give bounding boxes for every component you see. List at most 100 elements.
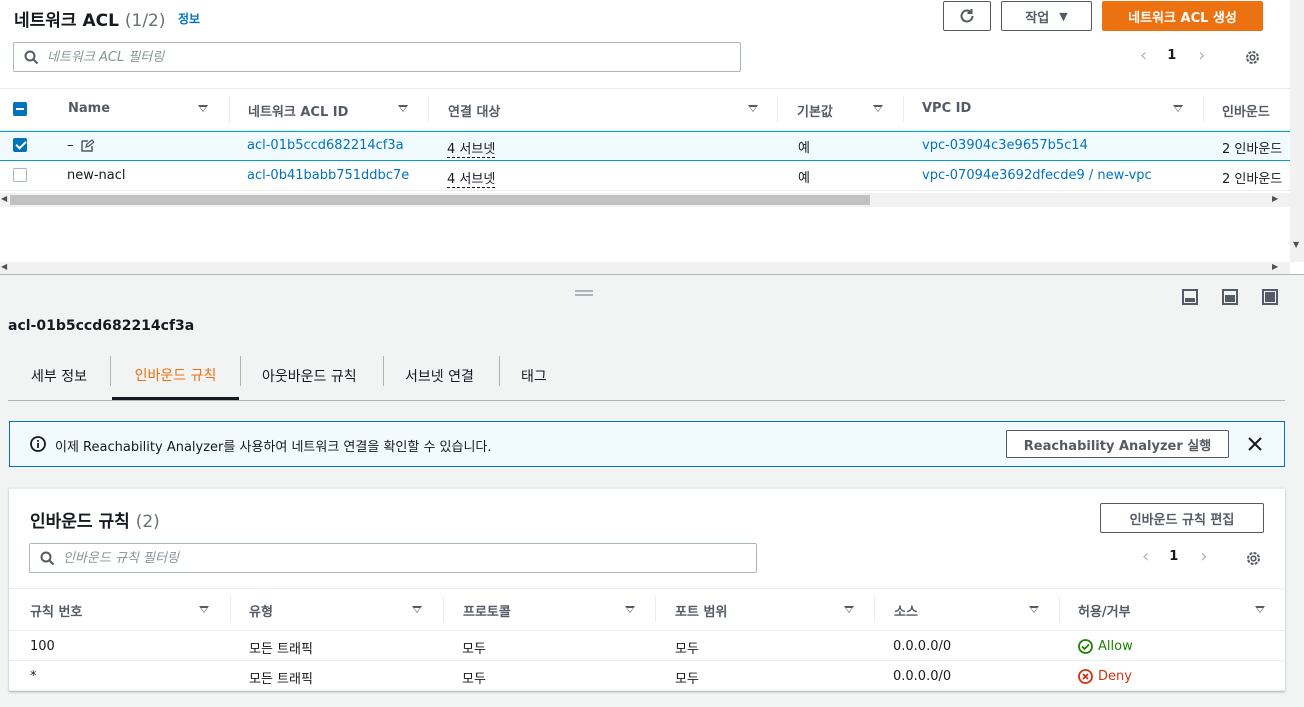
refresh-button[interactable] [943,1,991,31]
rule-source: 0.0.0.0/0 [893,669,952,684]
rule-port-range: 모두 [675,672,699,687]
page-title: 네트워크 ACL (1/2) [14,6,166,31]
refresh-icon [960,9,974,23]
tab-details[interactable]: 세부 정보 [31,352,87,400]
tab-outbound-rules[interactable]: 아웃바운드 규칙 [262,352,357,400]
acl-list-panel: 네트워크 ACL (1/2) 정보 작업 ▼ 네트워크 ACL 생성 ‹ 1 ›… [0,0,1304,275]
tab-label: 인바운드 규칙 [134,367,217,384]
tab-tags[interactable]: 태그 [521,352,547,400]
edit-inbound-rules-button[interactable]: 인바운드 규칙 편집 [1100,503,1264,533]
column-header-association[interactable]: 연결 대상 [448,101,500,120]
panel-full-icon[interactable] [1262,289,1278,305]
column-header-allow-deny[interactable]: 허용/거부 [1078,601,1131,620]
inbound-filter-input[interactable] [63,550,708,566]
scroll-left-arrow-icon[interactable]: ◀ [1,194,7,203]
scrollbar-thumb[interactable] [10,195,870,205]
current-page[interactable]: 1 [1169,549,1178,564]
sort-icon[interactable] [1029,606,1039,613]
column-header-name[interactable]: Name [68,101,110,116]
sort-icon[interactable] [748,105,758,112]
info-link[interactable]: 정보 [178,10,200,27]
sort-icon[interactable] [1255,606,1265,613]
info-banner: 이제 Reachability Analyzer를 사용하여 네트워크 연결을 … [9,421,1285,467]
row-vpc-link[interactable]: vpc-03904c3e9657b5c14 [922,138,1088,153]
inbound-pagination: ‹ 1 › [1142,546,1207,567]
inbound-filter-field[interactable] [29,543,757,573]
scroll-right-arrow-icon[interactable]: ▶ [1272,262,1278,271]
table-row[interactable] [9,661,1285,691]
scroll-left-arrow-icon[interactable]: ◀ [1,262,7,271]
current-page[interactable]: 1 [1167,48,1176,63]
row-acl-id-link[interactable]: acl-0b41babb751ddbc7e [247,168,409,183]
column-header-rule-number[interactable]: 규칙 번호 [30,601,82,620]
create-acl-button[interactable]: 네트워크 ACL 생성 [1102,1,1263,31]
rule-action-deny: Deny [1098,669,1132,684]
sort-icon[interactable] [198,105,208,112]
chevron-left-icon[interactable]: ‹ [1140,45,1147,66]
sort-icon[interactable] [412,606,422,613]
gear-icon[interactable] [1245,550,1262,567]
row-acl-id-link[interactable]: acl-01b5ccd682214cf3a [247,138,404,153]
scroll-right-arrow-icon[interactable]: ▶ [1272,194,1278,203]
row-default: 예 [798,141,810,156]
row-association[interactable]: 4 서브넷 [447,138,496,158]
inbound-rules-panel: 인바운드 규칙 (2) 인바운드 규칙 편집 ‹ 1 › 규칙 번호 유형 프로… [9,488,1285,691]
table-row[interactable] [9,631,1285,661]
panel-half-icon[interactable] [1222,289,1238,305]
detail-title: acl-01b5ccd682214cf3a [8,318,195,334]
search-icon [40,551,55,565]
caret-down-icon: ▼ [1059,9,1068,23]
inbound-title: 인바운드 규칙 (2) [30,507,160,532]
sort-icon[interactable] [398,105,408,112]
column-header-protocol[interactable]: 프로토콜 [463,601,511,620]
rule-source: 0.0.0.0/0 [893,639,952,654]
chevron-left-icon[interactable]: ‹ [1142,546,1149,567]
tab-label: 태그 [521,369,547,385]
chevron-right-icon[interactable]: › [1200,546,1207,567]
row-name: – [67,138,74,153]
column-header-port-range[interactable]: 포트 범위 [675,601,727,620]
split-panel-drag-handle[interactable] [575,290,593,296]
sort-icon[interactable] [625,606,635,613]
select-all-checkbox[interactable] [13,102,27,116]
tab-subnet-associations[interactable]: 서브넷 연결 [405,352,474,400]
column-header-vpc-id[interactable]: VPC ID [922,101,971,116]
sort-icon[interactable] [844,606,854,613]
actions-dropdown-button[interactable]: 작업 ▼ [1001,1,1092,31]
column-header-inbound[interactable]: 인바운드 [1222,101,1270,120]
page-title-text: 네트워크 ACL [14,11,119,31]
banner-text: 이제 Reachability Analyzer를 사용하여 네트워크 연결을 … [55,440,492,455]
column-header-acl-id[interactable]: 네트워크 ACL ID [248,101,348,120]
acl-pagination: ‹ 1 › [1140,45,1205,66]
row-association[interactable]: 4 서브넷 [447,168,496,188]
table-row[interactable] [0,131,1290,161]
rule-number: 100 [30,639,55,654]
panel-horizontal-scrollbar[interactable]: ◀ ▶ [0,262,1290,274]
rule-protocol: 모두 [462,642,486,657]
row-vpc-link[interactable]: vpc-07094e3692dfecde9 / new-vpc [922,168,1152,183]
row-checkbox[interactable] [13,168,27,182]
edit-icon[interactable] [81,139,94,152]
table-horizontal-scrollbar[interactable]: ◀ ▶ [0,193,1290,207]
panel-bottom-icon[interactable] [1182,289,1198,305]
chevron-right-icon[interactable]: › [1198,45,1205,66]
acl-filter-field[interactable] [13,42,741,72]
edit-inbound-label: 인바운드 규칙 편집 [1129,512,1235,528]
row-checkbox[interactable] [13,138,27,152]
sort-icon[interactable] [199,606,209,613]
sort-icon[interactable] [1173,105,1183,112]
x-circle-icon [1078,669,1093,684]
scroll-down-arrow-icon[interactable]: ▼ [1293,240,1299,249]
create-acl-label: 네트워크 ACL 생성 [1128,10,1237,26]
reachability-analyzer-button[interactable]: Reachability Analyzer 실행 [1006,430,1229,458]
acl-table-header [0,88,1304,131]
column-header-default[interactable]: 기본값 [797,101,833,120]
column-header-type[interactable]: 유형 [249,601,273,620]
close-icon[interactable] [1247,436,1263,452]
acl-filter-input[interactable] [47,49,692,65]
sort-icon[interactable] [873,105,883,112]
tab-inbound-rules[interactable]: 인바운드 규칙 [112,352,239,400]
panel-vertical-scrollbar[interactable]: ▼ [1290,0,1304,262]
gear-icon[interactable] [1244,49,1261,66]
column-header-source[interactable]: 소스 [894,601,918,620]
